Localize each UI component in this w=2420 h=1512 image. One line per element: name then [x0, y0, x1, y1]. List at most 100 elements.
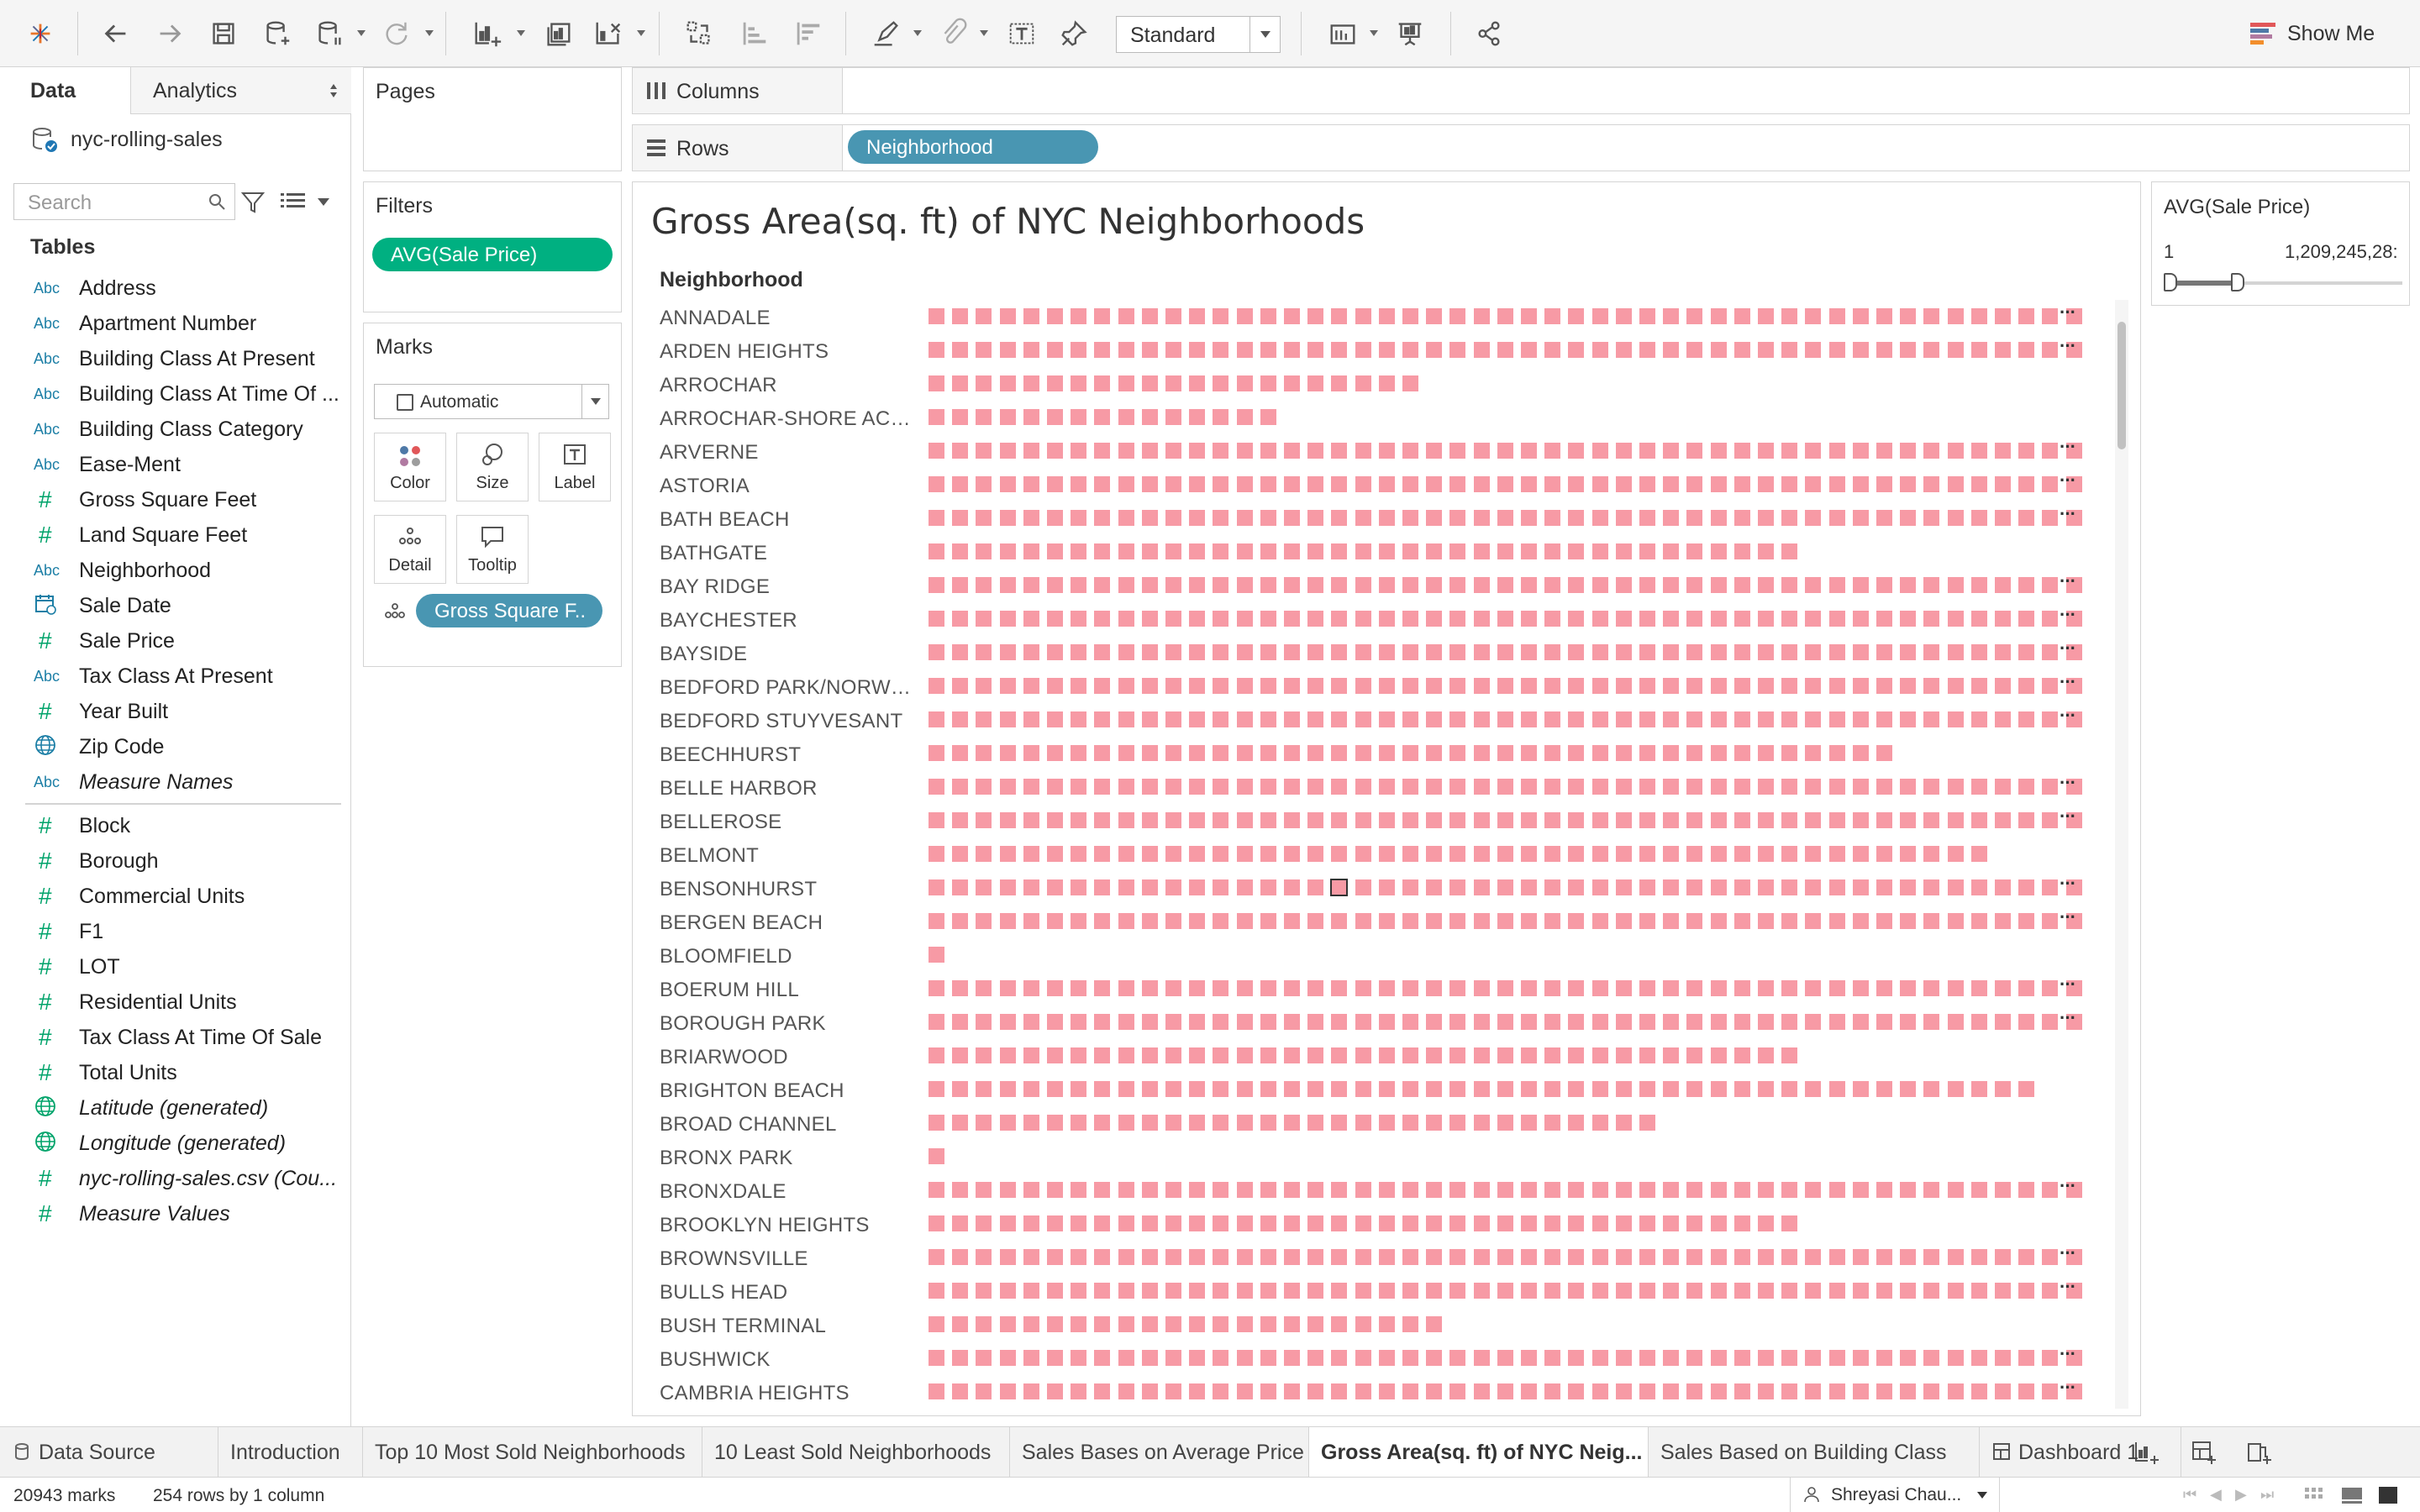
square-mark[interactable] — [1165, 1316, 1181, 1332]
square-mark[interactable] — [1663, 846, 1680, 862]
square-mark[interactable] — [1284, 375, 1300, 391]
square-mark[interactable] — [1260, 779, 1276, 795]
square-mark[interactable] — [1497, 342, 1513, 358]
square-mark[interactable] — [1449, 812, 1466, 828]
square-mark[interactable] — [1781, 1182, 1798, 1198]
square-mark[interactable] — [1426, 1249, 1443, 1265]
square-mark[interactable] — [1639, 308, 1655, 324]
square-mark[interactable] — [1236, 1081, 1253, 1097]
square-mark[interactable] — [1521, 1182, 1537, 1198]
square-mark[interactable] — [1141, 1316, 1158, 1332]
square-mark[interactable] — [1615, 644, 1632, 660]
square-mark[interactable] — [1260, 913, 1276, 929]
square-mark[interactable] — [1497, 611, 1513, 627]
square-mark[interactable] — [1805, 1383, 1822, 1399]
square-mark[interactable] — [1284, 476, 1300, 492]
square-mark[interactable] — [1260, 1081, 1276, 1097]
row-label[interactable]: BULLS HEAD — [660, 1281, 920, 1305]
square-mark[interactable] — [1094, 476, 1111, 492]
square-mark[interactable] — [1141, 913, 1158, 929]
square-mark[interactable] — [1852, 577, 1869, 593]
square-mark[interactable] — [999, 913, 1016, 929]
square-mark[interactable] — [1758, 879, 1774, 895]
field-land-square-feet[interactable]: # Land Square Feet — [0, 517, 351, 553]
square-mark[interactable] — [1047, 678, 1063, 694]
rows-shelf[interactable]: Rows Neighborhood — [632, 124, 2410, 171]
square-mark[interactable] — [1663, 577, 1680, 593]
square-mark[interactable] — [1521, 879, 1537, 895]
square-mark[interactable] — [1591, 1215, 1608, 1231]
range-slider-max-handle[interactable] — [2231, 273, 2244, 291]
square-mark[interactable] — [1023, 375, 1039, 391]
square-mark[interactable] — [1947, 1014, 1964, 1030]
square-mark[interactable] — [1355, 308, 1371, 324]
square-mark[interactable] — [1213, 543, 1229, 559]
square-mark[interactable] — [1165, 1047, 1181, 1063]
square-mark[interactable] — [1071, 1383, 1087, 1399]
square-mark[interactable] — [1236, 409, 1253, 425]
square-mark[interactable] — [1284, 879, 1300, 895]
square-mark[interactable] — [1758, 577, 1774, 593]
square-mark[interactable] — [1591, 711, 1608, 727]
square-mark[interactable] — [1426, 577, 1443, 593]
square-mark[interactable] — [2042, 1350, 2059, 1366]
square-mark[interactable] — [976, 543, 992, 559]
square-mark[interactable] — [1639, 1115, 1655, 1131]
square-mark[interactable] — [1426, 1081, 1443, 1097]
square-mark[interactable] — [1876, 711, 1892, 727]
square-mark[interactable] — [1331, 375, 1348, 391]
square-mark[interactable] — [1828, 577, 1845, 593]
field-tax-class-at-present[interactable]: Abc Tax Class At Present — [0, 659, 351, 694]
square-mark[interactable] — [1094, 443, 1111, 459]
square-mark[interactable] — [1047, 342, 1063, 358]
refresh-icon[interactable] — [376, 13, 417, 54]
square-mark[interactable] — [2042, 308, 2059, 324]
filter-max-value[interactable]: 1,209,245,28: — [2285, 241, 2398, 263]
square-mark[interactable] — [1071, 1350, 1087, 1366]
square-mark[interactable] — [1521, 1014, 1537, 1030]
square-mark[interactable] — [1378, 543, 1395, 559]
square-mark[interactable] — [1189, 1215, 1206, 1231]
columns-shelf[interactable]: Columns — [632, 67, 2410, 114]
square-mark[interactable] — [1970, 879, 1987, 895]
square-mark[interactable] — [1758, 980, 1774, 996]
square-mark[interactable] — [1378, 779, 1395, 795]
square-mark[interactable] — [1591, 879, 1608, 895]
square-mark[interactable] — [1213, 1047, 1229, 1063]
square-mark[interactable] — [929, 1182, 944, 1198]
square-mark[interactable] — [952, 1215, 969, 1231]
square-mark[interactable] — [1663, 1383, 1680, 1399]
square-mark[interactable] — [1521, 678, 1537, 694]
square-mark[interactable] — [1852, 476, 1869, 492]
square-mark[interactable] — [1876, 846, 1892, 862]
square-mark[interactable] — [1805, 711, 1822, 727]
square-mark[interactable] — [1733, 879, 1750, 895]
square-mark[interactable] — [1995, 644, 2011, 660]
square-mark[interactable] — [1663, 510, 1680, 526]
square-mark[interactable] — [1923, 846, 1940, 862]
redo-icon[interactable] — [150, 13, 190, 54]
square-mark[interactable] — [2042, 510, 2059, 526]
square-mark[interactable] — [1852, 812, 1869, 828]
square-mark[interactable] — [1544, 644, 1561, 660]
square-mark[interactable] — [1710, 1283, 1727, 1299]
square-mark[interactable] — [1639, 510, 1655, 526]
row-label[interactable]: ARROCHAR — [660, 374, 920, 397]
square-mark[interactable] — [1970, 577, 1987, 593]
field-neighborhood[interactable]: Abc Neighborhood — [0, 553, 351, 588]
square-mark[interactable] — [1284, 510, 1300, 526]
square-mark[interactable] — [1615, 1115, 1632, 1131]
square-mark[interactable] — [1544, 308, 1561, 324]
square-mark[interactable] — [1733, 812, 1750, 828]
square-mark[interactable] — [1141, 308, 1158, 324]
square-mark[interactable] — [952, 510, 969, 526]
square-mark[interactable] — [999, 611, 1016, 627]
square-mark[interactable] — [1189, 711, 1206, 727]
square-mark[interactable] — [1591, 1047, 1608, 1063]
square-mark[interactable] — [999, 644, 1016, 660]
row-label[interactable]: BATH BEACH — [660, 508, 920, 532]
square-mark[interactable] — [1284, 1215, 1300, 1231]
show-tabs-icon[interactable] — [2378, 1486, 2398, 1504]
square-mark[interactable] — [1378, 678, 1395, 694]
sheet-tab[interactable]: Sales Bases on Average Price — [1010, 1427, 1309, 1477]
